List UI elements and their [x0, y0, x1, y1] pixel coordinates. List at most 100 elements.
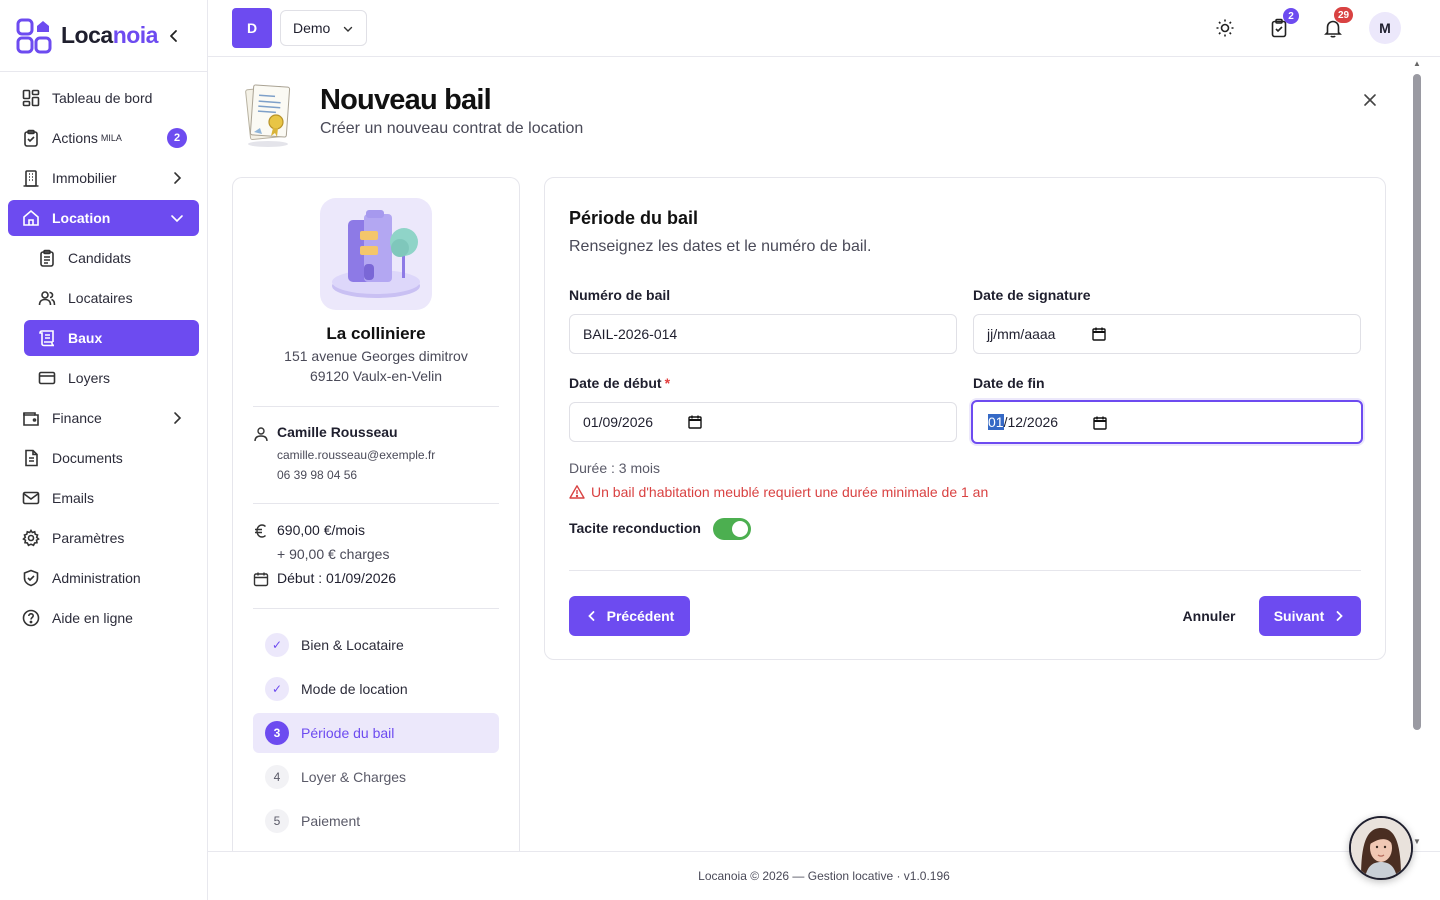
scrollbar-thumb[interactable] [1413, 74, 1421, 730]
cancel-button[interactable]: Annuler [1171, 596, 1247, 636]
building-icon [21, 168, 41, 188]
sidebar-item-administration[interactable]: Administration [8, 560, 199, 596]
sun-icon [1216, 19, 1234, 37]
dashboard-icon [21, 88, 41, 108]
sidebar-item-candidats[interactable]: Candidats [24, 240, 199, 276]
divider [253, 406, 499, 407]
divider [569, 570, 1361, 571]
help-circle-icon [21, 608, 41, 628]
sidebar-item-label: Documents [52, 450, 123, 466]
page-title: Nouveau bail [320, 84, 492, 116]
user-icon [254, 427, 268, 442]
chevron-right-icon [1336, 611, 1344, 621]
page-scrollbar[interactable]: ▲ ▼ [1411, 58, 1423, 850]
sidebar-item-label: Emails [52, 490, 95, 506]
chevron-right-icon [174, 412, 182, 424]
brand-name: Locanoia [61, 22, 158, 48]
step-paiement[interactable]: 5 Paiement [253, 801, 499, 841]
divider [253, 608, 499, 609]
shield-check-icon [21, 568, 41, 588]
start-date-value: 01/09/2026 [583, 414, 654, 430]
step-periode-du-bail[interactable]: 3 Période du bail [253, 713, 499, 753]
brand-logo-icon [16, 18, 52, 53]
step-mode-location[interactable]: ✓ Mode de location [253, 669, 499, 709]
lease-summary-card: La colliniere 151 avenue Georges dimitro… [232, 177, 520, 867]
sidebar-item-locataires[interactable]: Locataires [24, 280, 199, 316]
sidebar-item-tableau-de-bord[interactable]: Tableau de bord [8, 80, 199, 116]
form-title: Période du bail [569, 208, 699, 228]
calendar-picker-icon[interactable] [1092, 327, 1106, 341]
step-label: Période du bail [301, 725, 395, 741]
topbar: D Demo 2 29 M [208, 0, 1440, 57]
sidebar-item-label: Finance [52, 410, 102, 426]
home-icon [21, 208, 41, 228]
tacit-renewal-toggle[interactable] [713, 518, 751, 540]
sidebar-item-baux[interactable]: Baux [24, 320, 199, 356]
previous-button[interactable]: Précédent [569, 596, 690, 636]
step-label: Bien & Locataire [301, 637, 404, 653]
scroll-down-arrow[interactable]: ▼ [1413, 838, 1421, 846]
users-icon [37, 288, 57, 308]
step-label: Paiement [301, 813, 361, 829]
clipboard-check-icon [21, 128, 41, 148]
step-number: 5 [265, 809, 289, 833]
step-number: 4 [265, 765, 289, 789]
step-bien-locataire[interactable]: ✓ Bien & Locataire [253, 625, 499, 665]
check-icon: ✓ [265, 633, 289, 657]
signature-date-input[interactable]: jj/mm/aaaa [973, 314, 1361, 354]
calendar-picker-icon[interactable] [1093, 416, 1107, 430]
sidebar-item-immobilier[interactable]: Immobilier [8, 160, 199, 196]
tenant-email: camille.rousseau@exemple.fr [277, 448, 436, 462]
mila-superscript: MILA [100, 133, 122, 143]
warning-text: Un bail d'habitation meublé requiert une… [591, 484, 989, 500]
close-icon[interactable] [1361, 91, 1379, 109]
chevron-down-icon [343, 26, 353, 32]
mail-icon [21, 488, 41, 508]
assistant-avatar-button[interactable] [1349, 816, 1413, 880]
lease-document-illustration [245, 84, 291, 147]
end-date-value: 01/12/2026 [988, 414, 1059, 430]
sidebar: Locanoia Tableau de bord Actions MILA 2 I… [0, 0, 208, 900]
property-address-line1: 151 avenue Georges dimitrov [284, 348, 468, 364]
user-avatar[interactable]: M [1369, 12, 1401, 44]
signature-date-label: Date de signature [973, 287, 1091, 303]
scroll-up-arrow[interactable]: ▲ [1413, 60, 1421, 68]
step-number: 3 [265, 721, 289, 745]
sidebar-item-finance[interactable]: Finance [8, 400, 199, 436]
warning-triangle-icon [569, 485, 585, 499]
property-address-line2: 69120 Vaulx-en-Velin [309, 368, 443, 384]
theme-toggle-button[interactable] [1213, 16, 1237, 40]
sidebar-item-label: Actions [52, 130, 98, 146]
sidebar-item-label: Loyers [68, 370, 111, 386]
sidebar-item-parametres[interactable]: Paramètres [8, 520, 199, 556]
collapse-sidebar-icon[interactable] [166, 26, 182, 46]
tasks-badge: 2 [1283, 8, 1299, 24]
next-button[interactable]: Suivant [1259, 596, 1361, 636]
org-avatar[interactable]: D [232, 8, 272, 48]
tacit-renewal-label: Tacite reconduction [569, 520, 701, 536]
sidebar-item-aide-en-ligne[interactable]: Aide en ligne [8, 600, 199, 636]
sidebar-item-label: Paramètres [52, 530, 125, 546]
end-date-input[interactable]: 01/12/2026 [971, 400, 1363, 444]
chevron-right-icon [174, 172, 182, 184]
sidebar-item-emails[interactable]: Emails [8, 480, 199, 516]
rent-amount: 690,00 €/mois [277, 522, 365, 538]
start-date-input[interactable]: 01/09/2026 [569, 402, 957, 442]
org-select[interactable]: Demo [280, 10, 367, 46]
sidebar-item-loyers[interactable]: Loyers [24, 360, 199, 396]
sidebar-item-label: Administration [52, 570, 141, 586]
lease-number-input[interactable]: BAIL-2026-014 [569, 314, 957, 354]
actions-count-badge: 2 [167, 128, 187, 148]
sidebar-item-documents[interactable]: Documents [8, 440, 199, 476]
divider [253, 503, 499, 504]
org-select-value: Demo [293, 20, 331, 36]
toggle-knob [732, 521, 748, 537]
sidebar-item-location[interactable]: Location [8, 200, 199, 236]
step-loyer-charges[interactable]: 4 Loyer & Charges [253, 757, 499, 797]
chevron-down-icon [171, 215, 183, 223]
sidebar-item-label: Locataires [68, 290, 133, 306]
sidebar-item-actions[interactable]: Actions MILA 2 [8, 120, 199, 156]
tenant-phone: 06 39 98 04 56 [277, 468, 358, 482]
calendar-picker-icon[interactable] [688, 415, 702, 429]
lease-number-value: BAIL-2026-014 [583, 326, 678, 342]
